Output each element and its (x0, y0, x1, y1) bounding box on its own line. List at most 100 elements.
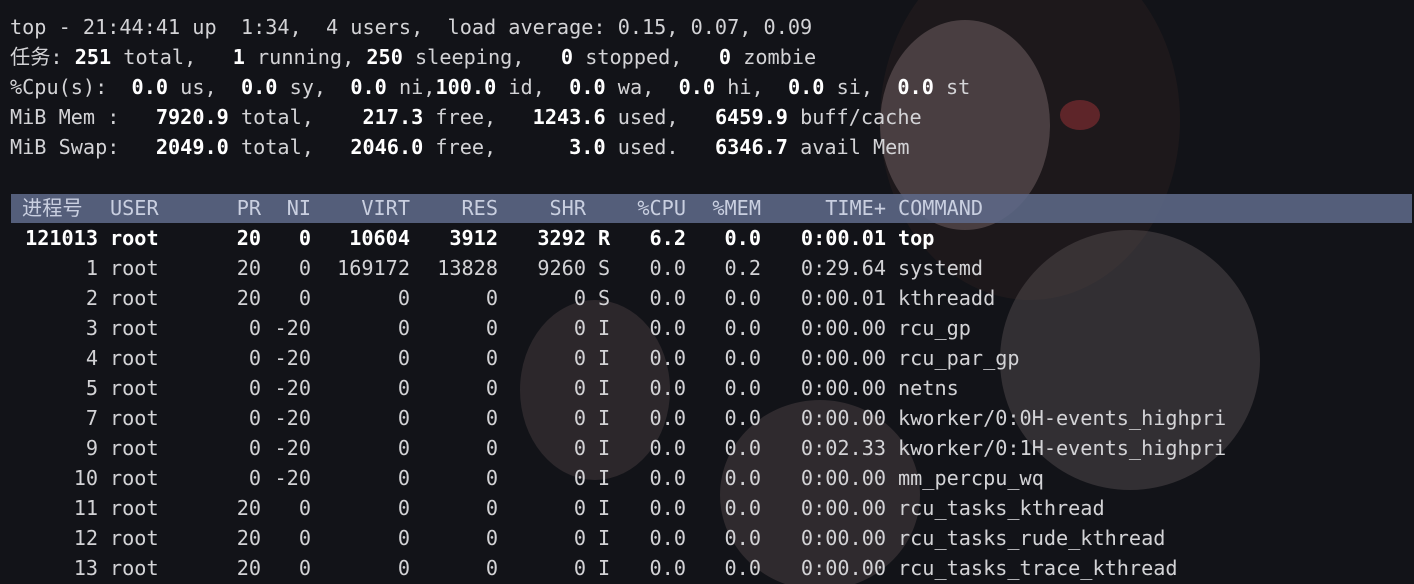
process-res: 0 (485, 346, 498, 370)
process-cpu: 0.0 (649, 316, 686, 340)
swap-segment: total, (228, 135, 351, 159)
process-row[interactable]: 2 root 20 0 0 0 0 S 0.0 0.0 0:00.01 kthreadd (0, 283, 1414, 313)
swap-segment: 2049.0 (155, 135, 229, 159)
cpu-segment: ni, (386, 75, 436, 99)
process-user: root (110, 256, 159, 280)
col-pr: PR (236, 196, 261, 220)
process-pid: 2 (85, 286, 98, 310)
process-pr: 20 (236, 256, 261, 280)
cpu-segment: id, (496, 75, 570, 99)
process-pid: 9 (85, 436, 98, 460)
process-row[interactable]: 4 root 0 -20 0 0 0 I 0.0 0.0 0:00.00 rcu_par_gp (0, 343, 1414, 373)
cpu-segment: us, (168, 75, 241, 99)
process-cmd: rcu_tasks_rude_kthread (898, 526, 1166, 550)
process-virt: 169172 (337, 256, 410, 280)
cpu-segment: 0.0 (350, 75, 387, 99)
process-res: 0 (485, 436, 498, 460)
mem-segment: free, (423, 105, 533, 129)
process-cmd: rcu_par_gp (898, 346, 1020, 370)
process-user: root (110, 346, 159, 370)
process-shr: 0 (573, 316, 586, 340)
tasks-segment: sleeping, (402, 45, 561, 69)
mem-segment: MiB Mem : (10, 105, 156, 129)
tasks-segment: 1 (232, 45, 245, 69)
cpu-segment: hi, (715, 75, 788, 99)
process-cpu: 0.0 (649, 436, 686, 460)
process-s: I (598, 376, 611, 400)
process-row[interactable]: 5 root 0 -20 0 0 0 I 0.0 0.0 0:00.00 netns (0, 373, 1414, 403)
process-virt: 0 (397, 556, 410, 580)
process-shr: 3292 (537, 226, 586, 250)
process-pr: 20 (236, 496, 261, 520)
process-row[interactable]: 13 root 20 0 0 0 0 I 0.0 0.0 0:00.00 rcu_tasks_trac… (0, 553, 1414, 583)
process-res: 0 (485, 406, 498, 430)
process-s: I (598, 526, 611, 550)
process-pid: 13 (73, 556, 98, 580)
process-res: 3912 (449, 226, 498, 250)
process-ni: 0 (298, 286, 311, 310)
process-ni: -20 (274, 466, 311, 490)
process-row[interactable]: 9 root 0 -20 0 0 0 I 0.0 0.0 0:02.33 kworker/0:1H-e… (0, 433, 1414, 463)
tasks-summary-line: 任务: 251 total, 1 running, 250 sleeping, … (10, 42, 816, 72)
process-pid: 3 (85, 316, 98, 340)
process-shr: 0 (573, 466, 586, 490)
mem-segment: 217.3 (362, 105, 424, 129)
process-row[interactable]: 10 root 0 -20 0 0 0 I 0.0 0.0 0:00.00 mm_percpu_wq (0, 463, 1414, 493)
process-row[interactable]: 7 root 0 -20 0 0 0 I 0.0 0.0 0:00.00 kworker/0:0H-e… (0, 403, 1414, 433)
process-pr: 0 (248, 376, 261, 400)
tasks-segment: total, (111, 45, 233, 69)
process-row[interactable]: 12 root 20 0 0 0 0 I 0.0 0.0 0:00.00 rcu_tasks_rude… (0, 523, 1414, 553)
process-time: 0:29.64 (800, 256, 886, 280)
process-row[interactable]: 1 root 20 0 169172 13828 9260 S 0.0 0.2 0:29.64 sys… (0, 253, 1414, 283)
cpu-segment: 0.0 (131, 75, 169, 99)
process-user: root (110, 286, 159, 310)
tasks-segment: 0 (718, 45, 732, 69)
col-virt: VIRT (361, 196, 410, 220)
process-pr: 20 (236, 526, 261, 550)
mem-segment: buff/cache (787, 105, 922, 129)
process-cmd: kworker/0:0H-events_highpri (898, 406, 1227, 430)
swap-segment: avail Mem (787, 135, 910, 159)
col-shr: SHR (549, 196, 586, 220)
process-shr: 0 (573, 436, 586, 460)
col-cpu: %CPU (637, 196, 686, 220)
swap-segment: MiB Swap: (10, 135, 156, 159)
process-row[interactable]: 121013 root 20 0 10604 3912 3292 R 6.2 0.0 0:00.01… (0, 223, 1414, 253)
column-header-row: 进程号 USER PR NI VIRT RES SHR %CPU %MEM TI… (0, 193, 1414, 223)
terminal-window[interactable]: top - 21:44:41 up 1:34, 4 users, load av… (0, 0, 1414, 584)
process-shr: 9260 (537, 256, 586, 280)
swap-segment: free, (423, 135, 570, 159)
process-cpu: 0.0 (649, 346, 686, 370)
swap-summary-line: MiB Swap: 2049.0 total, 2046.0 free, 3.0… (10, 132, 909, 162)
mem-segment: 6459.9 (715, 105, 788, 129)
process-cmd: kthreadd (898, 286, 996, 310)
process-ni: -20 (274, 436, 311, 460)
process-time: 0:00.00 (800, 376, 886, 400)
cpu-segment: 0.0 (897, 75, 934, 99)
process-virt: 0 (397, 466, 410, 490)
process-s: I (598, 316, 611, 340)
mem-segment: 1243.6 (532, 105, 606, 129)
mem-segment: 7920.9 (155, 105, 229, 129)
process-virt: 0 (397, 316, 410, 340)
process-pid: 11 (73, 496, 98, 520)
process-cpu: 0.0 (649, 256, 686, 280)
process-pr: 0 (248, 406, 261, 430)
process-cmd: systemd (898, 256, 984, 280)
process-ni: -20 (274, 376, 311, 400)
process-virt: 0 (397, 436, 410, 460)
process-res: 0 (485, 556, 498, 580)
process-row[interactable]: 3 root 0 -20 0 0 0 I 0.0 0.0 0:00.00 rcu_gp (0, 313, 1414, 343)
process-ni: 0 (298, 226, 311, 250)
process-user: root (110, 556, 159, 580)
process-shr: 0 (573, 406, 586, 430)
process-cpu: 0.0 (649, 466, 686, 490)
process-row[interactable]: 11 root 20 0 0 0 0 I 0.0 0.0 0:00.00 rcu_tasks_kthr… (0, 493, 1414, 523)
process-mem: 0.0 (724, 376, 761, 400)
process-cmd: rcu_tasks_kthread (898, 496, 1105, 520)
process-s: I (598, 496, 611, 520)
cpu-segment: st (933, 75, 971, 99)
process-user: root (110, 466, 159, 490)
tasks-segment: 251 (74, 45, 112, 69)
process-cmd: top (898, 226, 935, 250)
